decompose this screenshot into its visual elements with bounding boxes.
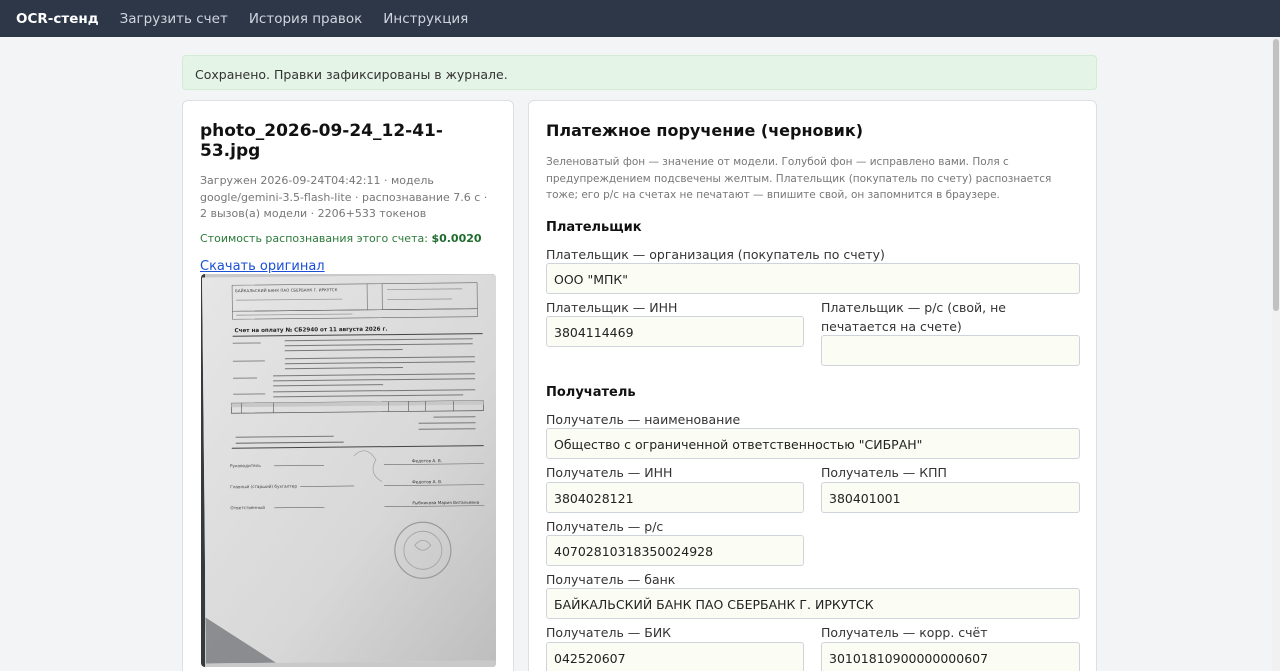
- photo-role-director: Руководитель: [230, 463, 261, 468]
- photo-role-accountant: Главный (старший) бухгалтер: [230, 484, 297, 490]
- payer-account-input[interactable]: [821, 335, 1080, 366]
- recipient-corr-label: Получатель — корр. счёт: [821, 625, 988, 640]
- nav-instructions[interactable]: Инструкция: [383, 11, 468, 27]
- photo-signer-responsible: Рыбникова Мария Витальевна: [412, 500, 479, 506]
- invoice-photo: БАЙКАЛЬСКИЙ БАНК ПАО СБЕРБАНК Г. ИРКУТСК…: [201, 274, 496, 667]
- invoice-paper: БАЙКАЛЬСКИЙ БАНК ПАО СБЕРБАНК Г. ИРКУТСК…: [201, 274, 496, 664]
- form-title: Платежное поручение (черновик): [546, 121, 864, 140]
- nav-upload-invoice[interactable]: Загрузить счет: [120, 11, 228, 27]
- recipient-account-input[interactable]: 40702810318350024928: [546, 535, 804, 566]
- photo-signer-director: Федотов А. В.: [412, 458, 442, 463]
- file-card: photo_2026-09-24_12-41-53.jpg Загружен 2…: [182, 100, 514, 671]
- top-navbar: OCR-стенд Загрузить счет История правок …: [0, 0, 1280, 37]
- recipient-heading: Получатель: [546, 385, 636, 400]
- payer-org-input[interactable]: ООО "МПК": [546, 263, 1080, 294]
- recipient-bank-label: Получатель — банк: [546, 572, 676, 587]
- recipient-name-input[interactable]: Общество с ограниченной ответственностью…: [546, 428, 1080, 459]
- photo-bank-text: БАЙКАЛЬСКИЙ БАНК ПАО СБЕРБАНК Г. ИРКУТСК: [235, 287, 337, 293]
- photo-signer-accountant: Федотов А. В.: [412, 479, 442, 484]
- recognition-cost: Стоимость распознавания этого счета: $0.…: [200, 232, 496, 245]
- recipient-bik-label: Получатель — БИК: [546, 625, 672, 640]
- payment-order-card: Платежное поручение (черновик) Зеленоват…: [528, 100, 1097, 671]
- invoice-scan-image: БАЙКАЛЬСКИЙ БАНК ПАО СБЕРБАНК Г. ИРКУТСК…: [201, 274, 496, 664]
- brand-link[interactable]: OCR-стенд: [16, 11, 99, 27]
- recipient-account-label: Получатель — р/с: [546, 519, 664, 534]
- recipient-inn-input[interactable]: 3804028121: [546, 482, 804, 513]
- payer-heading: Плательщик: [546, 220, 642, 235]
- scrollbar-thumb[interactable]: [1273, 39, 1279, 311]
- recipient-inn-label: Получатель — ИНН: [546, 465, 673, 480]
- cost-label: Стоимость распознавания этого счета:: [200, 231, 428, 245]
- cost-value: $0.0020: [431, 231, 482, 245]
- payer-inn-input[interactable]: 3804114469: [546, 316, 804, 347]
- payer-account-label: Плательщик — р/с (свой, не печатается на…: [821, 300, 1006, 334]
- nav-edit-history[interactable]: История правок: [249, 11, 362, 27]
- recipient-corr-input[interactable]: 30101810900000000607: [821, 642, 1080, 671]
- download-original-link[interactable]: Скачать оригинал: [200, 259, 325, 274]
- recipient-bank-input[interactable]: БАЙКАЛЬСКИЙ БАНК ПАО СБЕРБАНК Г. ИРКУТСК: [546, 588, 1080, 619]
- file-name: photo_2026-09-24_12-41-53.jpg: [200, 121, 443, 161]
- form-hint: Зеленоватый фон — значение от модели. Го…: [546, 156, 1052, 201]
- payer-inn-label: Плательщик — ИНН: [546, 300, 678, 315]
- success-alert: Сохранено. Правки зафиксированы в журнал…: [182, 55, 1097, 90]
- recipient-name-label: Получатель — наименование: [546, 412, 741, 427]
- recipient-kpp-input[interactable]: 380401001: [821, 482, 1080, 513]
- recipient-bik-input[interactable]: 042520607: [546, 642, 804, 671]
- photo-role-responsible: Ответственный: [230, 505, 265, 510]
- page-scrollbar[interactable]: [1272, 37, 1280, 671]
- payer-org-label: Плательщик — организация (покупатель по …: [546, 247, 885, 262]
- recipient-kpp-label: Получатель — КПП: [821, 465, 947, 480]
- file-meta: Загружен 2026-09-24T04:42:11 · модель go…: [200, 174, 488, 220]
